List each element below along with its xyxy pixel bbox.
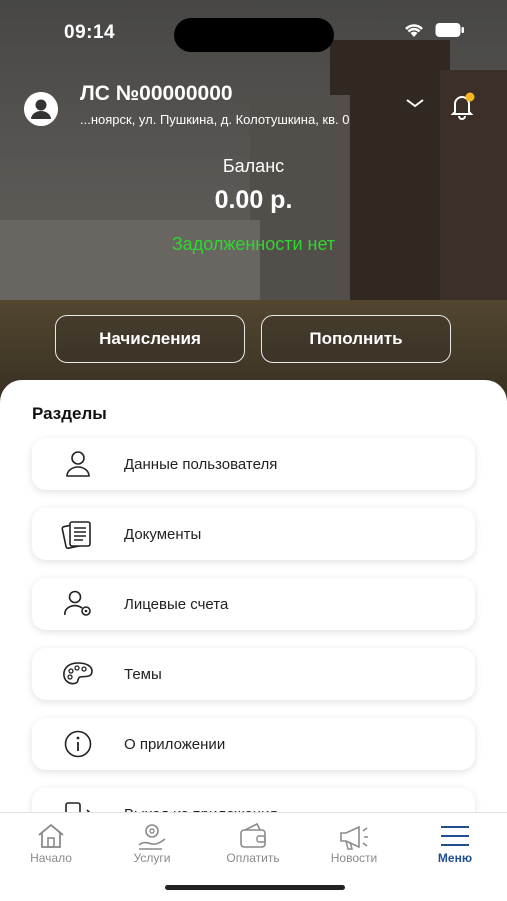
tab-label: Оплатить bbox=[226, 851, 280, 865]
menu-item-label: О приложении bbox=[124, 735, 226, 753]
dynamic-island bbox=[174, 18, 334, 52]
topup-button[interactable]: Пополнить bbox=[261, 315, 451, 363]
wallet-icon bbox=[213, 821, 293, 851]
menu-item-label: Темы bbox=[124, 665, 162, 683]
menu-item-label: Данные пользователя bbox=[124, 455, 278, 473]
sections-title: Разделы bbox=[32, 404, 107, 423]
debt-status: Задолженности нет bbox=[171, 234, 336, 254]
chevron-down-icon[interactable] bbox=[404, 96, 426, 115]
user-icon bbox=[32, 449, 124, 479]
account-number: ЛС №00000000 bbox=[80, 82, 233, 105]
tab-label: Начало bbox=[30, 851, 72, 865]
info-icon bbox=[32, 729, 124, 759]
avatar[interactable] bbox=[24, 92, 58, 126]
tab-services[interactable]: Услуги bbox=[112, 821, 192, 865]
user-settings-icon bbox=[32, 589, 124, 619]
battery-icon bbox=[435, 22, 465, 43]
home-indicator[interactable] bbox=[165, 885, 345, 890]
tab-news[interactable]: Новости bbox=[314, 821, 394, 865]
megaphone-icon bbox=[314, 821, 394, 851]
charges-button[interactable]: Начисления bbox=[55, 315, 245, 363]
wifi-icon bbox=[403, 22, 425, 43]
menu-item-about[interactable]: О приложении bbox=[32, 718, 475, 770]
menu-item-user-data[interactable]: Данные пользователя bbox=[32, 438, 475, 490]
menu-item-documents[interactable]: Документы bbox=[32, 508, 475, 560]
account-address: ...ноярск, ул. Пушкина, д. Колотушкина, … bbox=[80, 112, 350, 127]
sections-sheet: Разделы Данные пользователя Документы Ли… bbox=[0, 380, 507, 820]
status-bar: 09:14 bbox=[0, 18, 507, 52]
bell-icon[interactable] bbox=[446, 90, 478, 127]
balance-amount: 0.00 р. bbox=[214, 186, 293, 214]
menu-icon bbox=[415, 821, 495, 851]
menu-item-accounts[interactable]: Лицевые счета bbox=[32, 578, 475, 630]
status-time: 09:14 bbox=[64, 22, 116, 43]
tab-pay[interactable]: Оплатить bbox=[213, 821, 293, 865]
tab-label: Новости bbox=[330, 851, 378, 865]
tab-home[interactable]: Начало bbox=[11, 821, 91, 865]
tab-label: Меню bbox=[437, 851, 473, 865]
avatar-icon bbox=[24, 92, 58, 126]
documents-icon bbox=[32, 519, 124, 549]
tab-menu[interactable]: Меню bbox=[415, 821, 495, 865]
hero-background: 09:14 ЛС №00000000 ...ноярск, ул. Пушкин… bbox=[0, 0, 507, 420]
menu-item-label: Лицевые счета bbox=[124, 595, 229, 613]
palette-icon bbox=[32, 660, 124, 688]
menu-item-themes[interactable]: Темы bbox=[32, 648, 475, 700]
menu-item-label: Документы bbox=[124, 525, 202, 543]
home-icon bbox=[11, 821, 91, 851]
tab-label: Услуги bbox=[133, 851, 171, 865]
balance-label: Баланс bbox=[222, 156, 285, 176]
account-header[interactable]: ЛС №00000000 ...ноярск, ул. Пушкина, д. … bbox=[0, 82, 507, 132]
services-icon bbox=[112, 821, 192, 851]
